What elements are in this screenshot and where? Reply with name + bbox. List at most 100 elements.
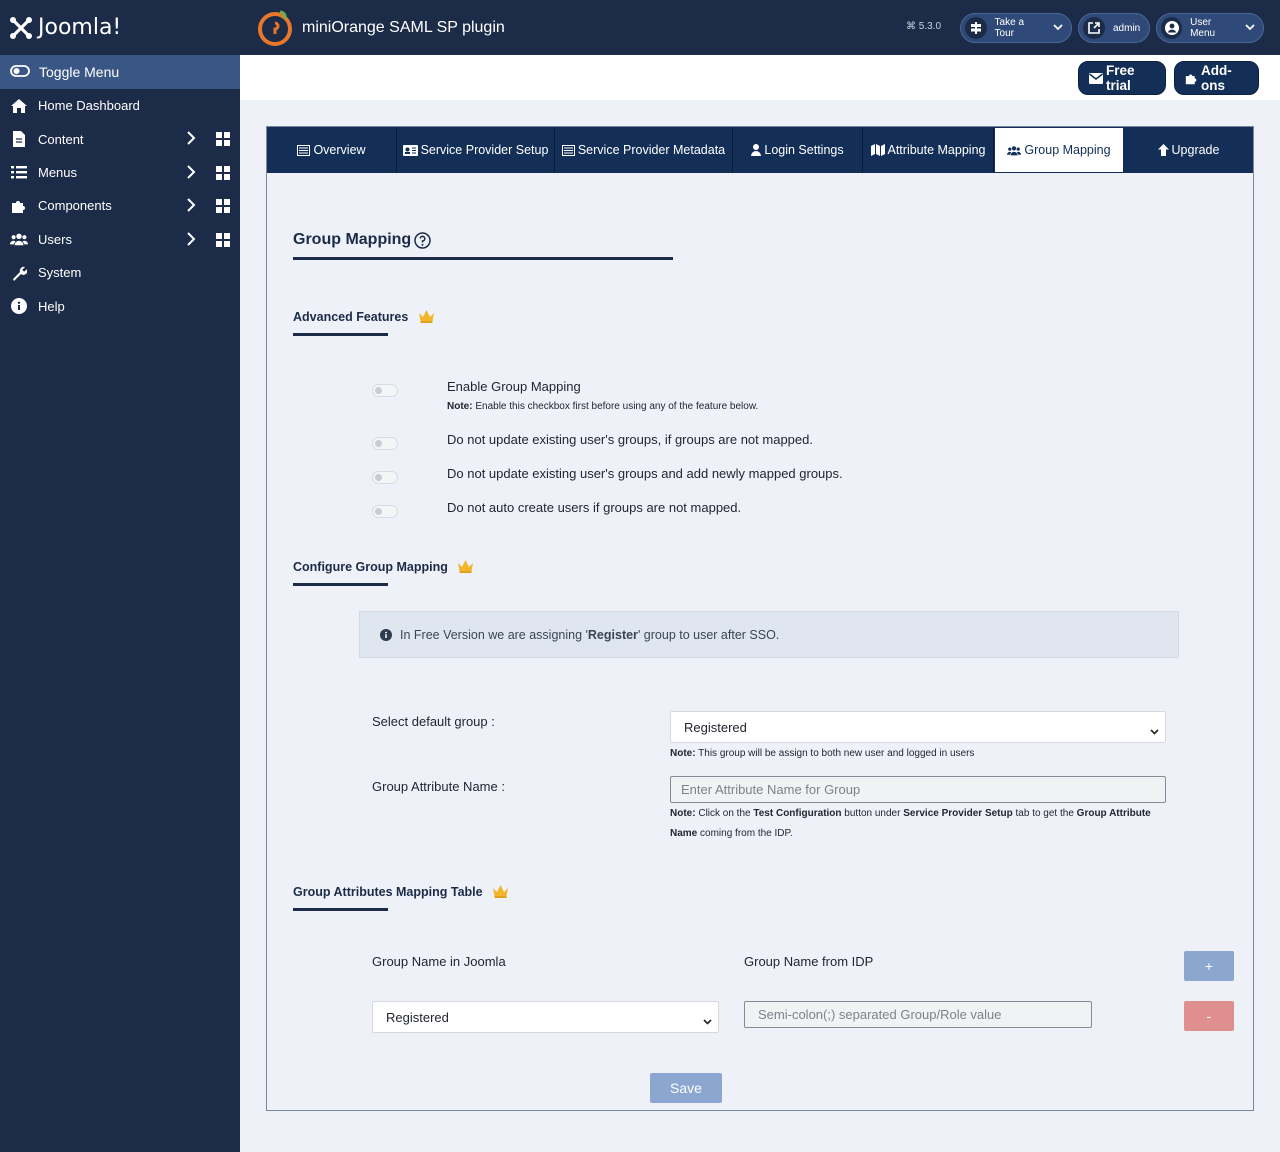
sidebar-item-label: Content xyxy=(38,131,84,147)
dashboard-grid-icon[interactable] xyxy=(216,199,230,216)
signpost-icon xyxy=(965,17,987,39)
sidebar-item-content[interactable]: Content xyxy=(0,122,240,155)
joomla-version: ⌘ 5.3.0 xyxy=(906,21,942,32)
sidebar-item-menus[interactable]: Menus xyxy=(0,156,240,189)
chevron-right-icon[interactable] xyxy=(186,198,196,215)
sidebar-item-users[interactable]: Users xyxy=(0,223,240,256)
joomla-logo-icon xyxy=(8,15,34,41)
joomla-group-select[interactable]: Registered xyxy=(372,1001,719,1033)
attr-name-label: Group Attribute Name : xyxy=(372,779,505,794)
tab-login-settings[interactable]: Login Settings xyxy=(733,127,863,173)
info-text-bold: Register xyxy=(587,627,638,642)
chevron-right-icon[interactable] xyxy=(186,231,196,249)
heading-underline xyxy=(293,257,673,260)
sidebar-item-system[interactable]: System xyxy=(0,256,240,289)
tab-bar: Overview Service Provider Setup Service … xyxy=(267,127,1253,173)
tab-attribute-mapping[interactable]: Attribute Mapping xyxy=(863,127,994,173)
dashboard-grid-icon[interactable] xyxy=(216,165,230,183)
chevron-right-icon[interactable] xyxy=(186,165,196,182)
default-group-label: Select default group : xyxy=(372,714,495,729)
no-update-unmapped-toggle[interactable] xyxy=(372,437,398,450)
map-icon xyxy=(870,144,885,156)
sidebar-item-label: Home Dashboard xyxy=(38,98,140,114)
note-text: Click on the xyxy=(695,808,754,819)
add-ons-label: Add-ons xyxy=(1201,63,1232,93)
sidebar-item-label: Users xyxy=(38,231,72,247)
group-attribute-name-input[interactable]: Enter Attribute Name for Group xyxy=(670,776,1166,803)
miniorange-logo-icon xyxy=(256,9,294,47)
dashboard-grid-icon[interactable] xyxy=(216,232,230,250)
crown-icon xyxy=(492,884,509,901)
section-heading-text: Group Mapping xyxy=(293,231,412,248)
heading-underline xyxy=(293,908,388,911)
note-bold: Service Provider Setup xyxy=(903,808,1013,819)
brand-name: Joomla! xyxy=(38,15,122,40)
save-button[interactable]: Save xyxy=(650,1073,722,1103)
crown-icon xyxy=(418,309,435,326)
no-auto-create-toggle[interactable] xyxy=(372,505,398,518)
free-trial-button[interactable]: Free trial xyxy=(1078,61,1166,95)
sidebar-item-components[interactable]: Components xyxy=(0,189,240,222)
chevron-down-icon xyxy=(1245,23,1255,34)
puzzle-icon xyxy=(10,198,28,214)
info-text-pre: In Free Version we are assigning ' xyxy=(400,627,588,642)
toggle-icon xyxy=(10,64,30,80)
tab-label: Upgrade xyxy=(1171,143,1220,157)
user-menu-button[interactable]: User Menu xyxy=(1156,13,1264,43)
chevron-right-icon[interactable] xyxy=(186,131,196,148)
chevron-down-icon xyxy=(703,1013,712,1028)
toggle-menu[interactable]: Toggle Menu xyxy=(0,55,240,89)
heading-underline xyxy=(293,583,388,586)
joomla-logo[interactable]: Joomla! xyxy=(0,0,240,55)
advanced-features-text: Advanced Features xyxy=(293,309,409,324)
sidebar-item-home-dashboard[interactable]: Home Dashboard xyxy=(0,89,240,122)
external-link-icon xyxy=(1083,17,1105,39)
default-group-select[interactable]: Registered xyxy=(670,711,1166,743)
tab-label: Group Mapping xyxy=(1024,143,1111,157)
dashboard-grid-icon[interactable] xyxy=(216,132,230,149)
mapping-table-heading-text: Group Attributes Mapping Table xyxy=(293,884,483,899)
help-circle-icon[interactable] xyxy=(414,231,431,249)
idp-group-input[interactable]: Semi-colon(;) separated Group/Role value xyxy=(744,1001,1092,1028)
sidebar-item-label: Help xyxy=(38,298,65,314)
sidebar-item-help[interactable]: Help xyxy=(0,289,240,322)
users-icon xyxy=(10,232,28,246)
file-icon xyxy=(10,131,28,148)
attr-name-placeholder: Enter Attribute Name for Group xyxy=(681,782,861,797)
note-label: Note: xyxy=(670,808,696,819)
enable-group-mapping-label: Enable Group Mapping xyxy=(447,379,581,394)
remove-row-button[interactable]: - xyxy=(1184,1001,1234,1031)
add-ons-button[interactable]: Add-ons xyxy=(1174,61,1259,95)
tab-group-mapping[interactable]: Group Mapping xyxy=(994,127,1124,173)
free-version-info-alert: In Free Version we are assigning ' Regist… xyxy=(359,611,1179,658)
tab-label: Overview xyxy=(313,143,366,157)
home-icon xyxy=(10,98,28,114)
tab-upgrade[interactable]: Upgrade xyxy=(1124,127,1253,173)
heading-underline xyxy=(293,333,388,336)
tab-service-provider-setup[interactable]: Service Provider Setup xyxy=(397,127,555,173)
add-newly-mapped-toggle[interactable] xyxy=(372,471,398,484)
info-circle-icon xyxy=(10,298,28,315)
joomla-group-value: Registered xyxy=(386,1009,449,1025)
tab-overview[interactable]: Overview xyxy=(267,127,397,173)
chevron-down-icon xyxy=(1150,723,1159,738)
admin-site-link[interactable]: admin xyxy=(1078,13,1150,43)
add-row-button[interactable]: + xyxy=(1184,951,1234,981)
note-text: coming from the IDP. xyxy=(697,828,793,839)
take-a-tour-button[interactable]: Take a Tour xyxy=(960,13,1072,43)
admin-label: admin xyxy=(1113,22,1141,34)
sidebar-item-label: System xyxy=(38,265,82,281)
envelope-icon xyxy=(1089,72,1103,84)
version-number: 5.3.0 xyxy=(918,21,942,32)
arrow-up-icon xyxy=(1157,144,1169,156)
enable-group-mapping-toggle[interactable] xyxy=(372,384,398,397)
free-trial-label: Free trial xyxy=(1106,63,1135,93)
user-icon xyxy=(751,144,762,156)
list-alt-icon xyxy=(297,144,311,156)
column-header-joomla-group: Group Name in Joomla xyxy=(372,954,506,969)
sidebar-item-label: Menus xyxy=(38,164,78,180)
tab-service-provider-metadata[interactable]: Service Provider Metadata xyxy=(555,127,733,173)
attr-name-note: Note: Click on the Test Configuration bu… xyxy=(670,804,1170,844)
tab-label: Attribute Mapping xyxy=(887,143,986,157)
info-circle-icon xyxy=(380,628,392,641)
